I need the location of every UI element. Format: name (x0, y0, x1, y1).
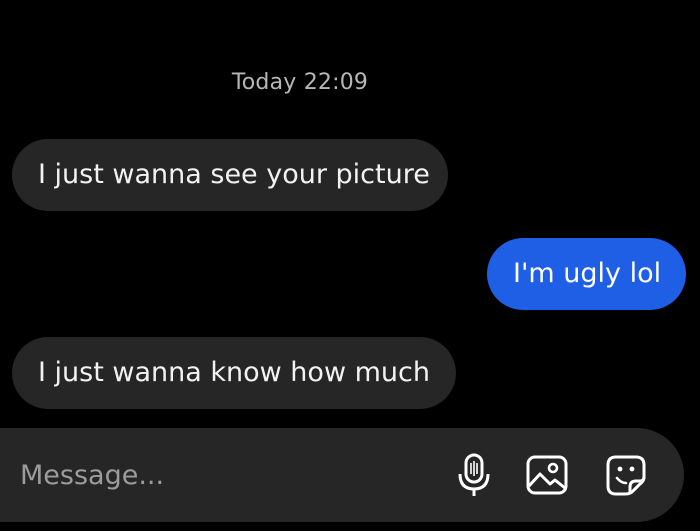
image-button[interactable] (524, 452, 570, 498)
message-timestamp: Today 22:09 (231, 70, 369, 95)
outgoing-message-bubble[interactable]: I'm ugly lol (487, 238, 686, 310)
microphone-button[interactable] (451, 452, 497, 498)
microphone-icon (458, 453, 490, 496)
incoming-message-bubble[interactable]: I just wanna know how much (12, 337, 456, 409)
message-input[interactable] (12, 448, 430, 502)
sticker-icon (606, 455, 646, 496)
sticker-button[interactable] (603, 452, 649, 498)
incoming-message-bubble[interactable]: I just wanna see your picture (12, 139, 448, 211)
image-icon (526, 455, 568, 495)
message-composer (0, 428, 684, 522)
